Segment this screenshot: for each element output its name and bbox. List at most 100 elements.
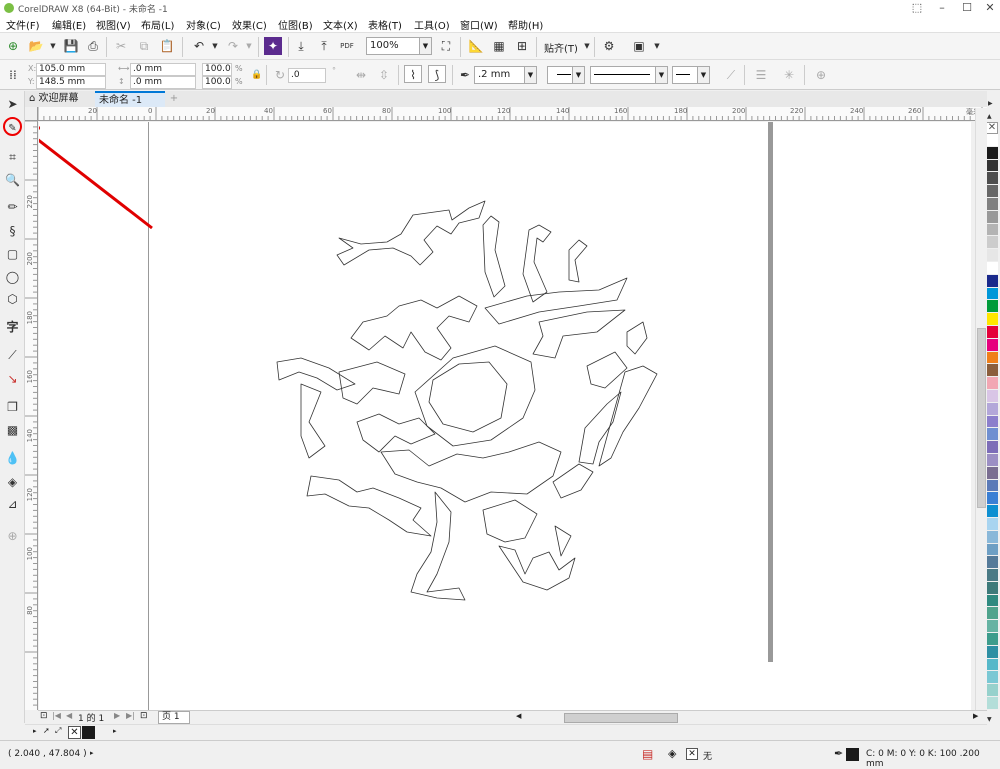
import-icon[interactable]: ⤓ (292, 37, 310, 55)
text-tool-icon[interactable]: 字 (3, 318, 22, 337)
show-guidelines-icon[interactable]: ⊞ (513, 37, 531, 55)
horizontal-scroll-thumb[interactable] (564, 713, 678, 723)
drop-shadow-icon[interactable]: ❐ (3, 398, 22, 417)
paste-icon[interactable]: 📋 (158, 37, 176, 55)
close-icon[interactable]: ✕ (978, 0, 1000, 16)
reduce-nodes-icon[interactable]: ⟋ (722, 66, 740, 84)
node-mode-icon[interactable]: ⌇ (404, 65, 422, 83)
outline-pen-icon[interactable]: ✒ (456, 66, 474, 84)
add-page-icon[interactable]: ⊡ (40, 711, 48, 721)
shape-tool-icon[interactable]: ✎ (3, 117, 22, 136)
height-field[interactable]: .0 mm (130, 76, 196, 89)
publish-pdf-icon[interactable]: PDF (338, 37, 356, 55)
start-arrowhead-combo[interactable]: ▼ (547, 66, 585, 84)
connector-tool-icon[interactable]: ↘ (3, 370, 22, 389)
palette-expand-icon[interactable]: ▸ (113, 727, 117, 735)
crop-tool-icon[interactable]: ⌗ (3, 148, 22, 167)
rotation-field[interactable]: .0 (288, 68, 326, 83)
horizontal-ruler[interactable]: 20 0 20 40 60 80 100 120 140 160 180 200… (38, 107, 987, 121)
rotate-icon[interactable]: ↻ (271, 66, 289, 84)
y-position-field[interactable]: 148.5 mm (36, 76, 106, 89)
transparency-icon[interactable]: ▩ (3, 421, 22, 440)
redo-dropdown-icon[interactable]: ▼ (240, 37, 258, 55)
new-document-icon[interactable]: ⊕ (4, 37, 22, 55)
x-position-field[interactable]: 105.0 mm (36, 63, 106, 76)
last-page-icon[interactable]: ▶| (126, 711, 135, 720)
undo-dropdown-icon[interactable]: ▼ (206, 37, 224, 55)
minimize-icon[interactable]: – (930, 0, 954, 16)
menu-table[interactable]: 表格(T) (368, 17, 402, 32)
add-page-end-icon[interactable]: ⊡ (140, 711, 148, 721)
cut-icon[interactable]: ✂ (112, 37, 130, 55)
palette-options-icon[interactable]: ⤢ (55, 726, 61, 736)
interactive-fill-icon[interactable]: ◈ (3, 473, 22, 492)
copy-icon[interactable]: ⧉ (135, 37, 153, 55)
tab-welcome[interactable]: ⌂ 欢迎屏幕 (25, 91, 95, 107)
scroll-left-icon[interactable]: ◀ (516, 712, 521, 720)
fill-bucket-icon[interactable]: ◈ (668, 747, 676, 760)
outline-color-swatch[interactable] (846, 748, 859, 761)
menu-object[interactable]: 对象(C) (186, 17, 221, 32)
tab-document[interactable]: 未命名 -1 (95, 91, 165, 107)
maximize-icon[interactable]: ☐ (955, 0, 979, 16)
menu-effects[interactable]: 效果(C) (232, 17, 267, 32)
doc-black-swatch[interactable] (82, 726, 95, 739)
restore-icon[interactable]: ⬚ (905, 0, 929, 16)
vertical-scroll-thumb[interactable] (977, 328, 986, 508)
fill-none-swatch[interactable]: ✕ (686, 748, 698, 760)
palette-scroll-right-icon[interactable]: ▶ (988, 100, 993, 107)
smart-fill-icon[interactable]: ⊿ (3, 495, 22, 514)
palette-menu-icon[interactable]: ▸ (33, 727, 37, 735)
outline-width-combo[interactable]: .2 mm ▼ (474, 66, 537, 84)
doc-no-color-swatch[interactable]: ✕ (68, 726, 81, 739)
add-tool-icon[interactable]: ⊕ (3, 527, 22, 546)
palette-scroll-down-icon[interactable]: ▼ (987, 716, 992, 723)
show-grid-icon[interactable]: ▦ (490, 37, 508, 55)
next-page-icon[interactable]: ▶ (114, 711, 120, 720)
drawing-canvas[interactable] (39, 122, 971, 711)
ruler-origin[interactable] (25, 107, 38, 121)
menu-layout[interactable]: 布局(L) (141, 17, 174, 32)
artistic-media-icon[interactable]: § (3, 222, 22, 241)
search-content-icon[interactable]: ✦ (264, 37, 282, 55)
zoom-tool-icon[interactable]: 🔍 (3, 171, 22, 190)
ellipse-tool-icon[interactable]: ◯ (3, 268, 22, 287)
scale-height-field[interactable]: 100.0 (202, 76, 232, 89)
menu-bitmaps[interactable]: 位图(B) (278, 17, 313, 32)
menu-edit[interactable]: 编辑(E) (52, 17, 86, 32)
line-style-combo[interactable]: ▼ (590, 66, 668, 84)
lock-ratio-icon[interactable]: 🔒 (248, 66, 266, 84)
palette-scroll-up-icon[interactable]: ▲ (987, 113, 992, 120)
menu-file[interactable]: 文件(F) (6, 17, 40, 32)
object-origin-icon[interactable]: ⁞⁞ (4, 66, 22, 84)
menu-help[interactable]: 帮助(H) (508, 17, 543, 32)
end-arrowhead-combo[interactable]: ▼ (672, 66, 710, 84)
menu-tools[interactable]: 工具(O) (414, 17, 450, 32)
new-tab-icon[interactable]: + (166, 91, 182, 107)
save-icon[interactable]: 💾 (62, 37, 80, 55)
freehand-tool-icon[interactable]: ✏ (3, 198, 22, 217)
snap-to-menu[interactable]: 贴齐(T) (544, 40, 578, 55)
menu-window[interactable]: 窗口(W) (460, 17, 498, 32)
prev-page-icon[interactable]: ◀ (66, 711, 72, 720)
full-screen-icon[interactable]: ⛶ (437, 37, 455, 55)
wrap-text-icon[interactable]: ☰ (752, 66, 770, 84)
eyedropper-icon[interactable]: ➚ (43, 726, 50, 735)
vertical-ruler[interactable]: 220 200 180 160 140 120 100 80 (25, 121, 38, 710)
outline-pen-status-icon[interactable]: ✒ (834, 747, 843, 760)
rectangle-tool-icon[interactable]: ▢ (3, 245, 22, 264)
open-dropdown-icon[interactable]: ▼ (44, 37, 62, 55)
color-eyedropper-icon[interactable]: 💧 (3, 449, 22, 468)
open-icon[interactable]: 📂 (27, 37, 45, 55)
pick-tool-icon[interactable]: ➤ (3, 95, 22, 114)
polygon-tool-icon[interactable]: ⬡ (3, 290, 22, 309)
first-page-icon[interactable]: |◀ (52, 711, 61, 720)
export-icon[interactable]: ⤒ (315, 37, 333, 55)
status-expand-icon[interactable]: ▸ (90, 749, 94, 757)
no-color-swatch[interactable]: ✕ (986, 122, 998, 134)
quick-customize-icon[interactable]: ✳ (780, 66, 798, 84)
menu-text[interactable]: 文本(X) (323, 17, 358, 32)
print-icon[interactable]: ⎙ (84, 37, 102, 55)
mirror-vertical-icon[interactable]: ⇳ (375, 66, 393, 84)
dimension-tool-icon[interactable]: ⟋ (3, 346, 22, 365)
